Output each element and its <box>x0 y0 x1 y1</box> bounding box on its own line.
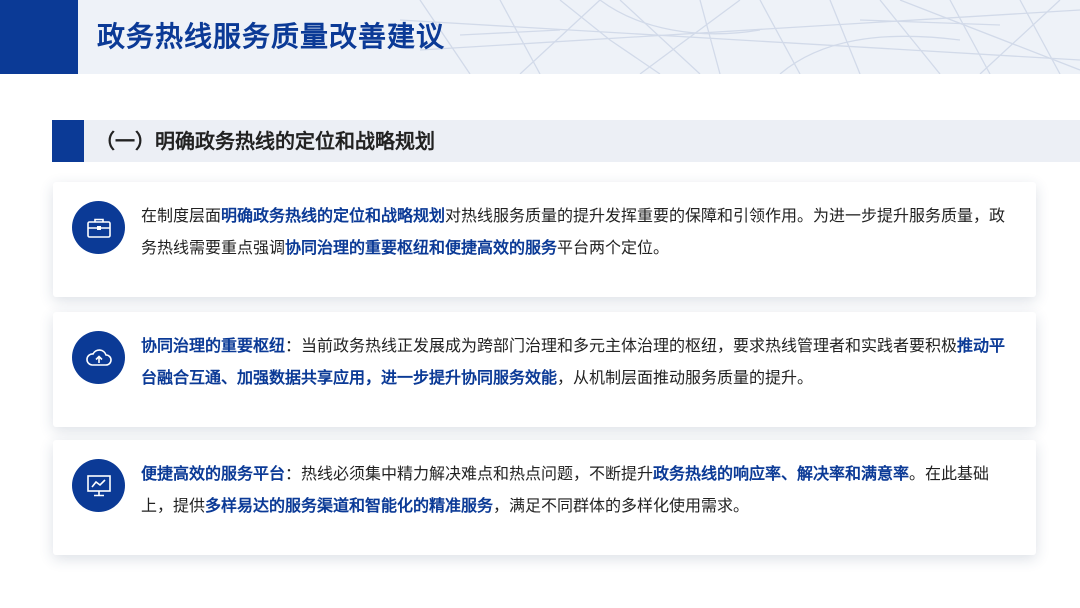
briefcase-icon <box>72 201 125 254</box>
page-title: 政务热线服务质量改善建议 <box>97 20 446 53</box>
text-segment: ：热线必须集中精力解决难点和热点问题，不断提升 <box>285 464 654 483</box>
cloud-upload-icon <box>72 331 125 384</box>
highlight-text: 协同治理的重要枢纽和便捷高效的服务 <box>285 238 558 257</box>
highlight-text: 多样易达的服务渠道和智能化的精准服务 <box>205 496 494 515</box>
info-card-positioning: 在制度层面明确政务热线的定位和战略规划对热线服务质量的提升发挥重要的保障和引领作… <box>53 182 1036 297</box>
info-card-collaborative-hub: 协同治理的重要枢纽：当前政务热线正发展成为跨部门治理和多元主体治理的枢纽，要求热… <box>53 312 1036 427</box>
section-title: （一）明确政务热线的定位和战略规划 <box>95 129 435 153</box>
header-accent-block <box>0 0 78 74</box>
monitor-chart-icon <box>72 459 125 512</box>
text-segment: 在制度层面 <box>141 206 222 225</box>
highlight-text: 便捷高效的服务平台 <box>141 464 286 483</box>
text-segment: ，从机制层面推动服务质量的提升。 <box>557 368 814 387</box>
card-text: 便捷高效的服务平台：热线必须集中精力解决难点和热点问题，不断提升政务热线的响应率… <box>141 458 1011 522</box>
text-segment: ：当前政务热线正发展成为跨部门治理和多元主体治理的枢纽，要求热线管理者和实践者要… <box>285 336 958 355</box>
highlight-text: 政务热线的响应率、解决率和满意率 <box>653 464 910 483</box>
card-text: 在制度层面明确政务热线的定位和战略规划对热线服务质量的提升发挥重要的保障和引领作… <box>141 200 1011 264</box>
info-card-service-platform: 便捷高效的服务平台：热线必须集中精力解决难点和热点问题，不断提升政务热线的响应率… <box>53 440 1036 555</box>
section-heading-bar: （一）明确政务热线的定位和战略规划 <box>52 120 1080 162</box>
header-banner: 政务热线服务质量改善建议 <box>0 0 1080 74</box>
highlight-text: 明确政务热线的定位和战略规划 <box>221 206 446 225</box>
text-segment: 平台两个定位。 <box>557 238 670 257</box>
section-accent-block <box>52 120 84 162</box>
card-text: 协同治理的重要枢纽：当前政务热线正发展成为跨部门治理和多元主体治理的枢纽，要求热… <box>141 330 1011 394</box>
text-segment: ，满足不同群体的多样化使用需求。 <box>493 496 750 515</box>
highlight-text: 协同治理的重要枢纽 <box>141 336 286 355</box>
